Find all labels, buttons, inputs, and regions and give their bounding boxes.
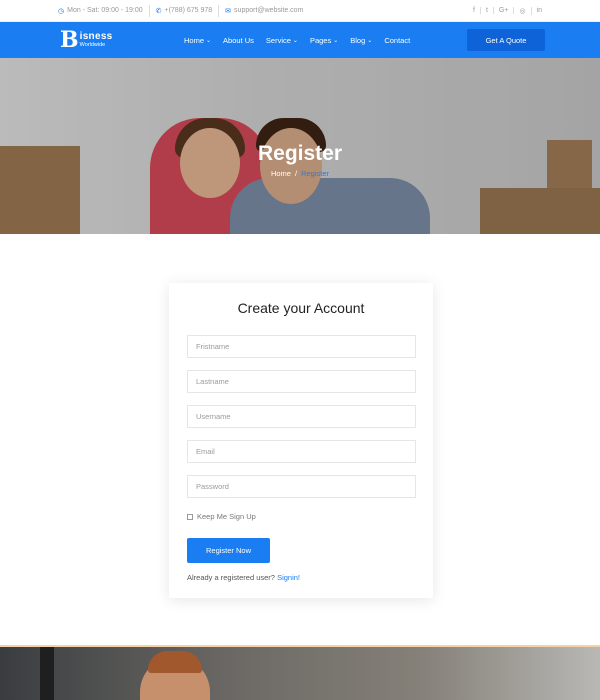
nav-item-pages[interactable]: Pages ⌄: [310, 36, 338, 45]
bottom-background: [0, 647, 600, 700]
username-field-wrapper: [187, 405, 416, 428]
register-button[interactable]: Register Now: [187, 538, 270, 563]
bottom-image-section: [0, 645, 600, 700]
phone-text[interactable]: +(788) 675 978: [164, 7, 212, 14]
keep-signed-checkbox[interactable]: [187, 513, 193, 520]
firstname-field[interactable]: [196, 342, 407, 351]
bottom-frame: [40, 647, 54, 700]
twitter-icon[interactable]: t: [481, 7, 494, 14]
password-field[interactable]: [196, 482, 407, 491]
site-logo[interactable]: B isness Worldwide: [60, 29, 180, 51]
email-field[interactable]: [196, 447, 407, 456]
nav-pages-label: Pages: [309, 35, 332, 45]
email-field-wrapper: [187, 440, 416, 463]
bottom-person-hair: [148, 651, 202, 673]
already-registered: Already a registered user? Signin!: [187, 573, 415, 582]
breadcrumb-separator: /: [294, 169, 298, 178]
breadcrumb-home[interactable]: Home: [271, 169, 291, 178]
breadcrumb: Home / Register: [0, 169, 600, 178]
nav-service-label: Service: [265, 35, 291, 45]
nav-item-home[interactable]: Home ⌄: [184, 36, 211, 45]
keep-signed-row: Keep Me Sign Up: [187, 512, 415, 521]
signin-link[interactable]: Signin!: [277, 573, 300, 582]
top-info-bar: ◷ Mon - Sat: 09:00 - 19:00 ✆ +(788) 675 …: [0, 0, 600, 22]
social-links: f t G+ ◎ in: [468, 6, 542, 15]
hours-info: ◷ Mon - Sat: 09:00 - 19:00: [58, 4, 150, 17]
nav-home-label: Home: [184, 35, 205, 45]
main-nav: Home ⌄ About Us Service ⌄ Pages ⌄ Blog ⌄ Con…: [184, 36, 410, 45]
facebook-icon[interactable]: f: [468, 7, 481, 14]
nav-contact-label: Contact: [384, 35, 411, 45]
chevron-down-icon: ⌄: [333, 37, 339, 44]
email-info[interactable]: ✉ support@website.com: [219, 5, 309, 17]
contact-info: ◷ Mon - Sat: 09:00 - 19:00 ✆ +(788) 675 …: [58, 4, 309, 17]
page-title: Register: [257, 142, 343, 165]
clock-icon: ◷: [58, 7, 65, 15]
already-text: Already a registered user?: [187, 573, 275, 582]
nav-item-blog[interactable]: Blog ⌄: [350, 36, 372, 45]
lastname-field[interactable]: [196, 377, 407, 386]
logo-sub: Worldwide: [79, 41, 106, 48]
nav-blog-label: Blog: [350, 35, 366, 45]
chevron-down-icon: ⌄: [367, 37, 373, 44]
phone-info[interactable]: ✆ +(788) 675 978: [150, 4, 220, 17]
chevron-down-icon: ⌄: [206, 37, 212, 44]
logo-text: isness Worldwide: [79, 30, 113, 49]
nav-item-contact[interactable]: Contact: [384, 36, 410, 45]
linkedin-icon[interactable]: in: [532, 7, 542, 14]
dribbble-icon[interactable]: ◎: [514, 6, 532, 15]
breadcrumb-current: Register: [301, 169, 330, 178]
logo-name: isness: [79, 30, 113, 42]
get-quote-button[interactable]: Get A Quote: [467, 29, 545, 51]
lastname-field-wrapper: [187, 370, 416, 393]
logo-letter: B: [60, 27, 79, 53]
nav-about-label: About Us: [223, 35, 254, 45]
firstname-field-wrapper: [187, 335, 416, 358]
chevron-down-icon: ⌄: [292, 37, 298, 44]
keep-signed-label[interactable]: Keep Me Sign Up: [197, 512, 256, 521]
envelope-icon: ✉: [225, 7, 232, 15]
password-field-wrapper: [187, 475, 416, 498]
form-title: Create your Account: [237, 300, 365, 316]
nav-item-service[interactable]: Service ⌄: [266, 36, 298, 45]
google-plus-icon[interactable]: G+: [494, 7, 515, 14]
phone-icon: ✆: [155, 7, 162, 15]
register-form-card: Create your Account Keep Me Sign Up Regi…: [169, 283, 433, 598]
username-field[interactable]: [196, 412, 407, 421]
nav-item-about[interactable]: About Us: [223, 36, 254, 45]
page-hero: Register Home / Register: [0, 58, 600, 234]
main-header: B isness Worldwide Home ⌄ About Us Servic…: [0, 22, 600, 58]
hours-text: Mon - Sat: 09:00 - 19:00: [67, 7, 143, 14]
email-text[interactable]: support@website.com: [234, 7, 303, 14]
